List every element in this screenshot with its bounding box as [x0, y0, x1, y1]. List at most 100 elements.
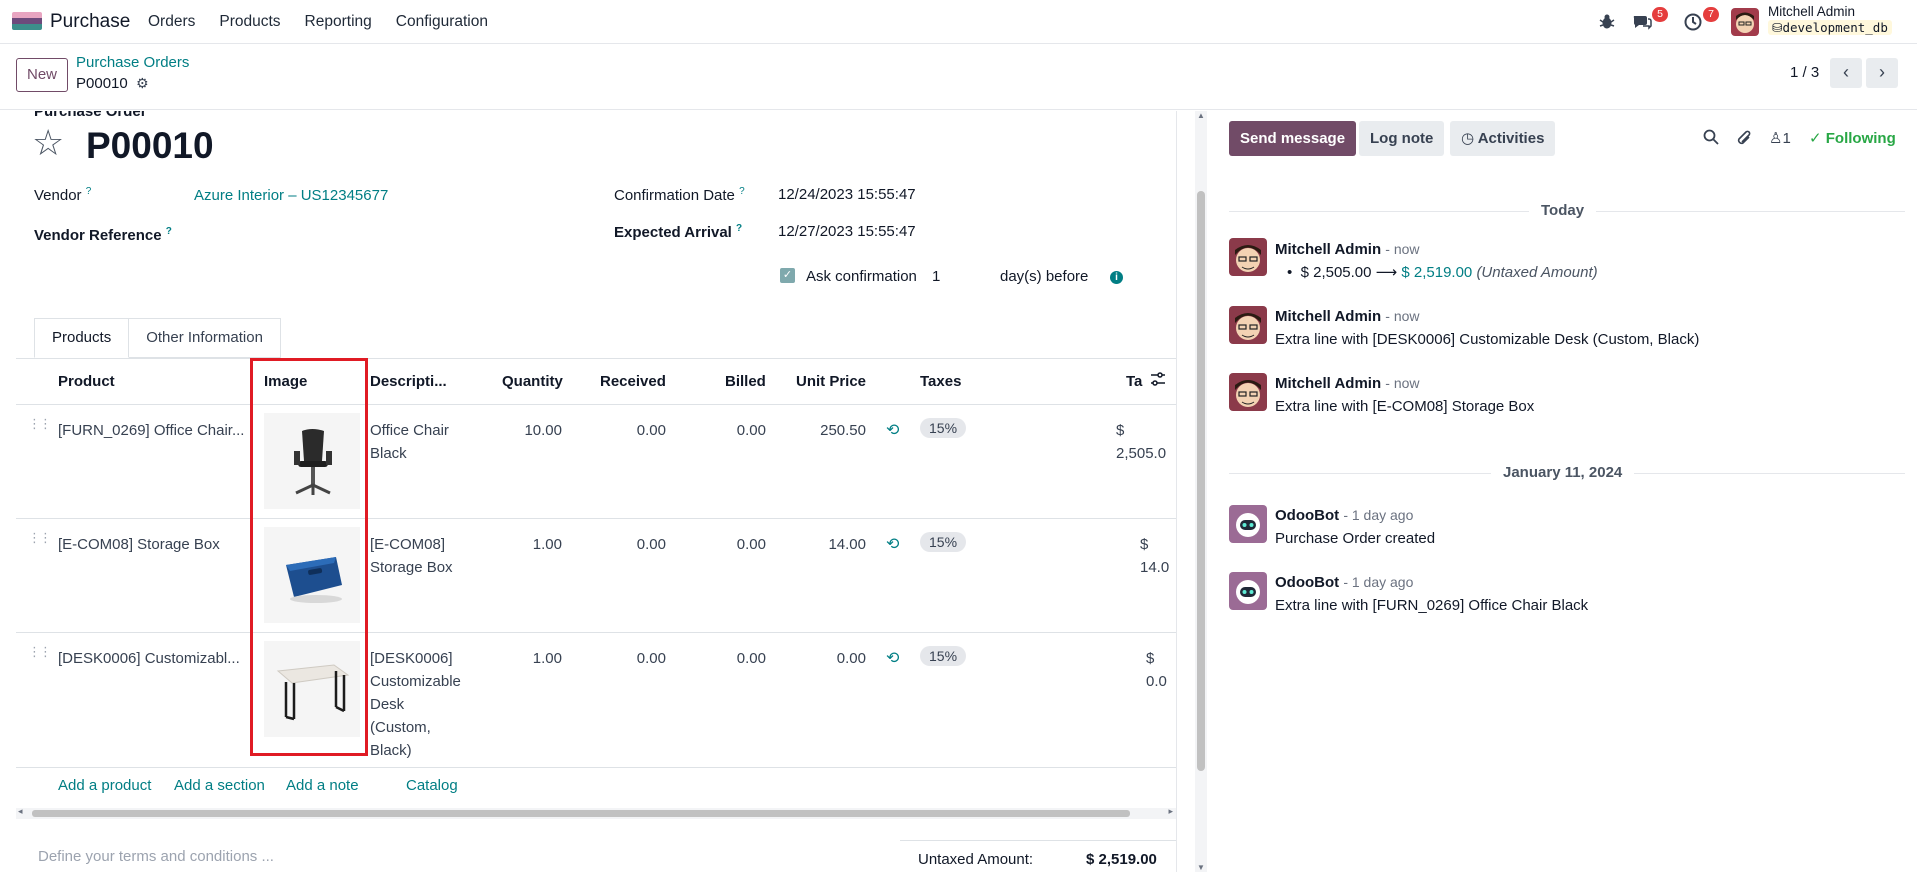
pager-value[interactable]: 1 / 3 — [1790, 64, 1819, 81]
vertical-scroll-thumb[interactable] — [1197, 191, 1205, 771]
message-body: Extra line with [DESK0006] Customizable … — [1275, 331, 1700, 348]
message-author: Mitchell Admin - now — [1275, 308, 1420, 325]
row-description[interactable]: [E-COM08] Storage Box — [370, 533, 453, 579]
star-icon[interactable]: ☆ — [32, 125, 64, 161]
avatar[interactable] — [1229, 238, 1267, 276]
user-name[interactable]: Mitchell Admin — [1768, 4, 1855, 19]
avatar[interactable] — [1229, 373, 1267, 411]
row-product[interactable]: [E-COM08] Storage Box — [58, 533, 220, 556]
history-icon[interactable]: ⟲ — [886, 420, 899, 440]
user-icon: ♙ — [1769, 130, 1783, 147]
tax-tag[interactable]: 15% — [920, 418, 967, 438]
tax-tag[interactable]: 15% — [920, 646, 967, 666]
row-received[interactable]: 0.00 — [616, 533, 666, 556]
order-reference: P00010 — [86, 125, 214, 166]
column-quantity[interactable]: Quantity — [502, 373, 563, 390]
drag-handle-icon[interactable]: ⋮⋮ — [28, 417, 52, 430]
tab-products[interactable]: Products — [34, 318, 130, 358]
column-product[interactable]: Product — [58, 373, 115, 390]
tab-other-information[interactable]: Other Information — [129, 318, 281, 358]
search-icon[interactable] — [1703, 129, 1719, 150]
row-description[interactable]: Office Chair Black — [370, 419, 449, 465]
row-billed[interactable]: 0.00 — [716, 419, 766, 442]
menu-configuration[interactable]: Configuration — [396, 13, 488, 31]
row-unit-price[interactable]: 0.00 — [796, 647, 866, 670]
gear-icon[interactable]: ⚙ — [136, 75, 149, 92]
reminder-days-field[interactable]: 1 — [932, 268, 940, 285]
scroll-up-icon[interactable]: ▲ — [1197, 111, 1205, 120]
sliders-icon[interactable] — [1150, 371, 1166, 391]
expected-arrival-field[interactable]: 12/27/2023 15:55:47 — [778, 223, 916, 240]
purchase-app-icon[interactable] — [12, 12, 42, 32]
row-quantity[interactable]: 10.00 — [502, 419, 562, 442]
history-icon[interactable]: ⟲ — [886, 534, 899, 554]
row-description[interactable]: [DESK0006] Customizable Desk (Custom, Black) — [370, 647, 461, 762]
product-image[interactable] — [264, 413, 360, 509]
user-avatar[interactable] — [1731, 8, 1759, 36]
table-row[interactable]: ⋮⋮ [E-COM08] Storage Box [E-COM08] Storag… — [16, 519, 1176, 633]
table-row[interactable]: ⋮⋮ [FURN_0269] Office Chair... Office Ch… — [16, 405, 1176, 519]
column-billed[interactable]: Billed — [725, 373, 766, 390]
info-icon[interactable]: i — [1110, 271, 1123, 284]
horizontal-scrollbar[interactable]: ◂ ▸ — [16, 806, 1176, 819]
column-received[interactable]: Received — [600, 373, 666, 390]
breadcrumb-purchase-orders[interactable]: Purchase Orders — [76, 54, 189, 71]
add-product-link[interactable]: Add a product — [58, 777, 151, 794]
scroll-left-icon[interactable]: ◂ — [18, 806, 23, 817]
history-icon[interactable]: ⟲ — [886, 648, 899, 668]
add-note-link[interactable]: Add a note — [286, 777, 359, 794]
row-billed[interactable]: 0.00 — [716, 533, 766, 556]
row-product[interactable]: [DESK0006] Customizabl... — [58, 647, 240, 670]
drag-handle-icon[interactable]: ⋮⋮ — [28, 645, 52, 658]
breadcrumb-current: P00010 — [76, 75, 128, 92]
column-taxes[interactable]: Taxes — [920, 373, 961, 390]
paperclip-icon[interactable] — [1737, 129, 1753, 152]
product-image[interactable] — [264, 527, 360, 623]
followers-button[interactable]: ♙1 — [1769, 129, 1791, 147]
add-section-link[interactable]: Add a section — [174, 777, 265, 794]
avatar[interactable] — [1229, 505, 1267, 543]
terms-conditions-field[interactable]: Define your terms and conditions ... — [38, 848, 274, 865]
confirmation-date-field[interactable]: 12/24/2023 15:55:47 — [778, 186, 916, 203]
column-unit-price[interactable]: Unit Price — [796, 373, 866, 390]
avatar[interactable] — [1229, 572, 1267, 610]
column-tax-excluded[interactable]: Ta — [1126, 373, 1142, 390]
row-received[interactable]: 0.00 — [616, 647, 666, 670]
row-unit-price[interactable]: 14.00 — [796, 533, 866, 556]
menu-reporting[interactable]: Reporting — [305, 13, 372, 31]
catalog-link[interactable]: Catalog — [406, 777, 458, 794]
app-name[interactable]: Purchase — [50, 11, 130, 33]
message-body: Extra line with [FURN_0269] Office Chair… — [1275, 597, 1589, 614]
following-button[interactable]: ✓ Following — [1809, 129, 1896, 147]
vendor-field[interactable]: Azure Interior – US12345677 — [194, 187, 388, 204]
new-button[interactable]: New — [16, 58, 69, 92]
pager-previous-button[interactable]: ‹ — [1830, 58, 1862, 88]
tax-tag[interactable]: 15% — [920, 532, 967, 552]
clock-icon[interactable]: 7 — [1683, 7, 1719, 34]
row-billed[interactable]: 0.00 — [716, 647, 766, 670]
avatar[interactable] — [1229, 306, 1267, 344]
ask-confirmation-checkbox[interactable]: ✓ — [780, 268, 795, 283]
row-quantity[interactable]: 1.00 — [502, 647, 562, 670]
activities-button[interactable]: ◷ Activities — [1450, 121, 1556, 156]
row-received[interactable]: 0.00 — [616, 419, 666, 442]
pager-next-button[interactable]: › — [1866, 58, 1898, 88]
column-image[interactable]: Image — [264, 373, 307, 390]
row-product[interactable]: [FURN_0269] Office Chair... — [58, 419, 244, 442]
menu-orders[interactable]: Orders — [148, 13, 195, 31]
log-note-button[interactable]: Log note — [1359, 121, 1445, 156]
drag-handle-icon[interactable]: ⋮⋮ — [28, 531, 52, 544]
scroll-down-icon[interactable]: ▼ — [1197, 863, 1205, 872]
menu-products[interactable]: Products — [219, 13, 280, 31]
table-row[interactable]: ⋮⋮ [DESK0006] Customizabl... [DESK0006] C… — [16, 633, 1176, 768]
column-description[interactable]: Descripti... — [370, 373, 447, 390]
row-quantity[interactable]: 1.00 — [502, 533, 562, 556]
vertical-scrollbar[interactable]: ▲ ▼ — [1195, 111, 1207, 872]
row-unit-price[interactable]: 250.50 — [796, 419, 866, 442]
product-image[interactable] — [264, 641, 360, 737]
scroll-right-icon[interactable]: ▸ — [1168, 806, 1173, 817]
send-message-button[interactable]: Send message — [1229, 121, 1357, 156]
chat-icon[interactable]: 5 — [1632, 7, 1668, 34]
bug-icon[interactable] — [1598, 10, 1622, 34]
horizontal-scroll-thumb[interactable] — [32, 810, 1130, 817]
